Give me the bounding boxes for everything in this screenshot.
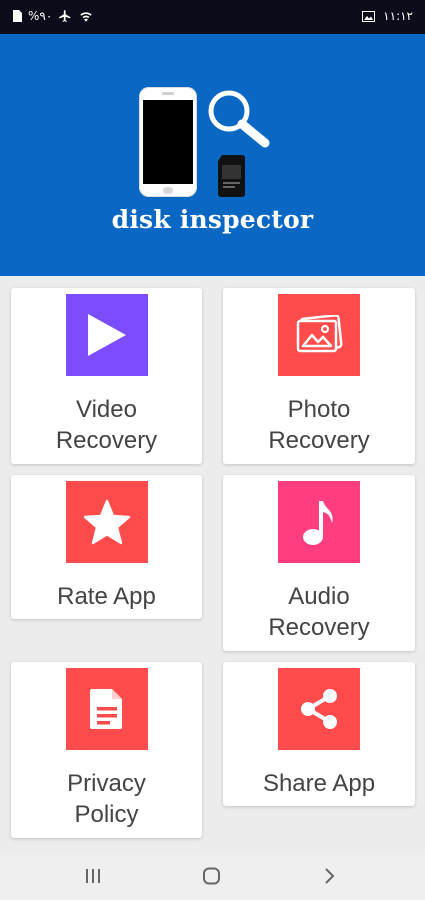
system-navigation-bar (0, 853, 425, 900)
wifi-icon (78, 10, 94, 23)
app-header-banner: disk inspector (0, 34, 425, 276)
audio-recovery-card[interactable]: Audio Recovery (223, 475, 415, 651)
status-left: %٩٠ (12, 9, 94, 23)
music-note-icon (303, 501, 333, 545)
image-notification-icon (362, 10, 376, 22)
privacy-policy-card[interactable]: Privacy Policy (11, 662, 202, 838)
share-app-tile (278, 668, 360, 750)
rate-app-tile (66, 481, 148, 563)
back-icon[interactable] (322, 867, 336, 890)
share-app-card[interactable]: Share App (223, 662, 415, 806)
magnifier-icon (208, 90, 270, 148)
video-recovery-tile (66, 294, 148, 376)
recents-icon[interactable] (84, 867, 102, 890)
audio-recovery-tile (278, 481, 360, 563)
video-recovery-card[interactable]: Video Recovery (11, 288, 202, 464)
clock: ١١:١٢ (383, 9, 413, 23)
phone-illustration (139, 87, 197, 197)
star-icon (83, 499, 131, 545)
photo-recovery-label: Photo Recovery (268, 396, 370, 454)
document-icon (90, 689, 122, 729)
sd-card-icon (218, 155, 245, 197)
play-icon (88, 314, 126, 356)
privacy-policy-label: Privacy Policy (67, 770, 146, 828)
status-bar: %٩٠ ١١:١٢ (0, 0, 425, 34)
photo-recovery-card[interactable]: Photo Recovery (223, 288, 415, 464)
battery-percent: %٩٠ (28, 9, 53, 23)
rate-app-card[interactable]: Rate App (11, 475, 202, 619)
airplane-icon (58, 9, 72, 23)
home-icon[interactable] (202, 867, 222, 890)
rate-app-label: Rate App (57, 583, 156, 610)
video-recovery-label: Video Recovery (55, 396, 158, 454)
share-app-label: Share App (262, 770, 376, 797)
app-name: disk inspector (111, 205, 314, 234)
photo-recovery-tile (278, 294, 360, 376)
photo-icon (296, 315, 343, 353)
sim-icon (12, 10, 22, 22)
share-icon (301, 689, 337, 729)
privacy-policy-tile (66, 668, 148, 750)
audio-recovery-label: Audio Recovery (268, 583, 370, 641)
status-right: ١١:١٢ (362, 9, 413, 23)
